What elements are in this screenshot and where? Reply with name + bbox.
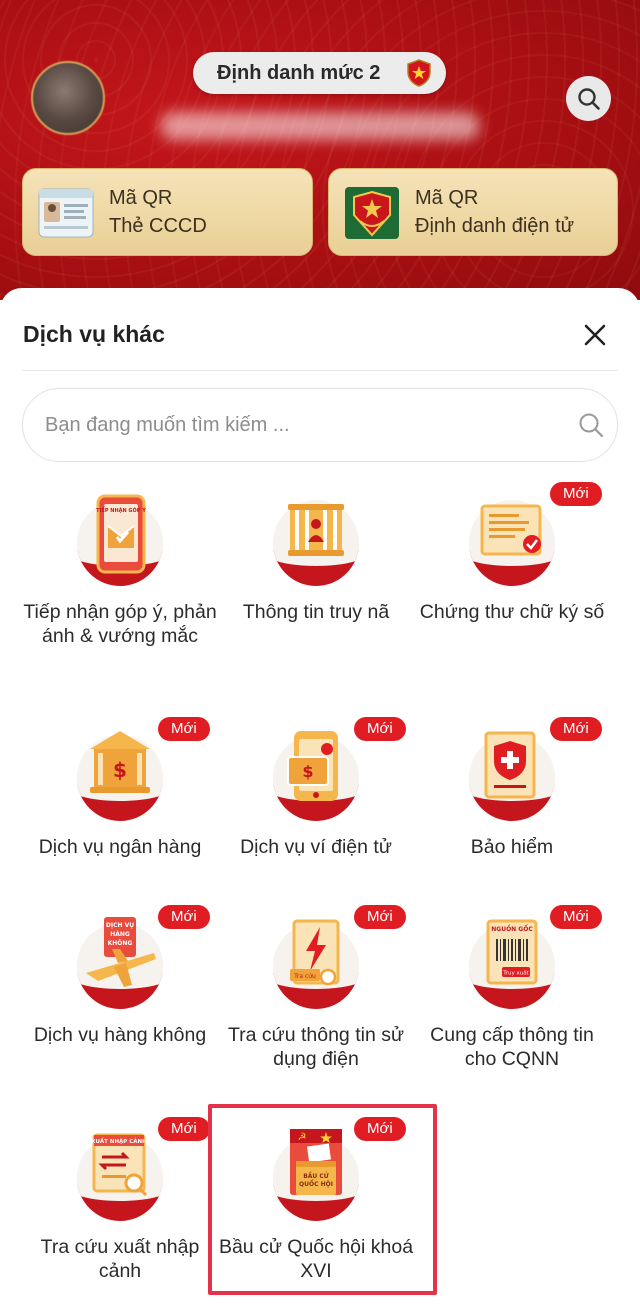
new-badge: Mới: [158, 905, 210, 929]
service-label: Bầu cử Quốc hội khoá XVI: [218, 1236, 414, 1282]
qr-eid-line1: Mã QR: [415, 187, 479, 209]
svg-text:$: $: [302, 762, 313, 781]
service-label: Tra cứu thông tin sử dụng điện: [227, 1024, 405, 1070]
service-tile-election[interactable]: ☭ BẦU CỬ QUỐC HỘI Mới Bầu cử Quốc hội kh…: [218, 1117, 414, 1315]
header-search-button[interactable]: [566, 76, 611, 121]
identity-level-badge[interactable]: Định danh mức 2: [193, 52, 446, 94]
digital-certificate-icon: [480, 504, 542, 556]
svg-text:☭: ☭: [298, 1132, 307, 1143]
service-search-box[interactable]: [22, 388, 618, 462]
service-search-input[interactable]: [45, 409, 565, 441]
insurance-shield-icon: [484, 731, 536, 799]
service-tile-cqnn[interactable]: NGUỒN GỐC Truy xuất Mới Cung cấp thông t…: [414, 905, 610, 1119]
service-tile-insurance[interactable]: Mới Bảo hiểm: [414, 717, 610, 931]
search-icon[interactable]: [577, 411, 605, 439]
service-label: Dịch vụ ví điện tử: [240, 836, 392, 858]
svg-text:BẦU CỬ: BẦU CỬ: [303, 1171, 329, 1180]
e-wallet-icon: $: [287, 731, 338, 801]
svg-text:KHÔNG: KHÔNG: [108, 940, 133, 947]
service-tile-electricity[interactable]: Tra cứu Mới Tra cứu thông tin sử dụng đi…: [218, 905, 414, 1119]
new-badge: Mới: [354, 717, 406, 741]
service-tile-airline[interactable]: DỊCH VỤ HÀNG KHÔNG Mới Dịch vụ hàng khôn…: [22, 905, 218, 1119]
airplane-icon: DỊCH VỤ HÀNG KHÔNG: [86, 917, 156, 987]
new-badge: Mới: [550, 717, 602, 741]
identity-level-text: Định danh mức 2: [217, 61, 381, 84]
service-tile-immigration[interactable]: XUẤT NHẬP CẢNH Mới Tra cứu xuất nhập cản…: [22, 1117, 218, 1315]
new-badge: Mới: [354, 1117, 406, 1141]
header: Định danh mức 2 Mã QR Thẻ CCCD Mã QR Địn…: [0, 0, 640, 300]
shield-star-icon: [407, 59, 431, 87]
svg-text:XUẤT NHẬP CẢNH: XUẤT NHẬP CẢNH: [91, 1137, 147, 1145]
service-tile-feedback[interactable]: TIẾP NHẬN GÓP Ý Tiếp nhận góp ý, phản án…: [22, 494, 218, 696]
id-card-icon: [38, 188, 94, 238]
new-badge: Mới: [354, 905, 406, 929]
svg-text:Tra cứu: Tra cứu: [293, 973, 316, 980]
service-label: Chứng thư chữ ký số: [419, 601, 605, 623]
immigration-icon: XUẤT NHẬP CẢNH: [91, 1133, 147, 1197]
service-label: Bảo hiểm: [470, 836, 554, 858]
service-tile-certificate[interactable]: Mới Chứng thư chữ ký số: [414, 482, 610, 696]
svg-text:DỊCH VỤ: DỊCH VỤ: [106, 922, 134, 929]
service-label: Cung cấp thông tin cho CQNN: [430, 1024, 594, 1070]
svg-text:HÀNG: HÀNG: [110, 931, 130, 938]
new-badge: Mới: [158, 1117, 210, 1141]
search-icon: [577, 87, 600, 110]
sheet-title: Dịch vụ khác: [23, 321, 165, 347]
wanted-jail-icon: [288, 504, 344, 556]
feedback-phone-icon: TIẾP NHẬN GÓP Ý: [96, 494, 146, 574]
bank-icon: $: [90, 731, 150, 793]
electricity-icon: Tra cứu: [290, 919, 340, 986]
service-label: Thông tin truy nã: [242, 601, 390, 623]
service-label: Dịch vụ hàng không: [33, 1024, 207, 1046]
qr-eid-card[interactable]: Mã QR Định danh điện tử: [328, 168, 618, 256]
qr-eid-line2: Định danh điện tử: [415, 215, 575, 237]
new-badge: Mới: [158, 717, 210, 741]
svg-text:$: $: [113, 758, 127, 782]
ballot-box-icon: ☭ BẦU CỬ QUỐC HỘI: [290, 1129, 342, 1195]
service-tile-ewallet[interactable]: $ Mới Dịch vụ ví điện tử: [218, 717, 414, 931]
close-icon[interactable]: [578, 318, 612, 352]
service-tile-wanted[interactable]: Thông tin truy nã: [218, 500, 414, 696]
avatar[interactable]: [31, 61, 105, 135]
service-tile-bank[interactable]: $ Mới Dịch vụ ngân hàng: [22, 717, 218, 931]
blurred-user-name: [160, 112, 480, 140]
service-label: Dịch vụ ngân hàng: [38, 836, 202, 858]
divider: [22, 370, 618, 371]
qr-cccd-card[interactable]: Mã QR Thẻ CCCD: [22, 168, 313, 256]
new-badge: Mới: [550, 905, 602, 929]
police-emblem-icon: [345, 187, 399, 239]
svg-text:NGUỒN GỐC: NGUỒN GỐC: [491, 924, 533, 933]
barcode-document-icon: NGUỒN GỐC Truy xuất: [486, 919, 538, 985]
new-badge: Mới: [550, 482, 602, 506]
service-label: Tra cứu xuất nhập cảnh: [40, 1236, 200, 1282]
service-label: Tiếp nhận góp ý, phản ánh & vướng mắc: [23, 601, 217, 647]
svg-text:Truy xuất: Truy xuất: [502, 970, 529, 977]
svg-text:QUỐC HỘI: QUỐC HỘI: [299, 1180, 333, 1188]
qr-cccd-line1: Mã QR: [109, 187, 173, 209]
qr-cccd-line2: Thẻ CCCD: [109, 215, 207, 237]
svg-text:TIẾP NHẬN GÓP Ý: TIẾP NHẬN GÓP Ý: [96, 506, 146, 514]
